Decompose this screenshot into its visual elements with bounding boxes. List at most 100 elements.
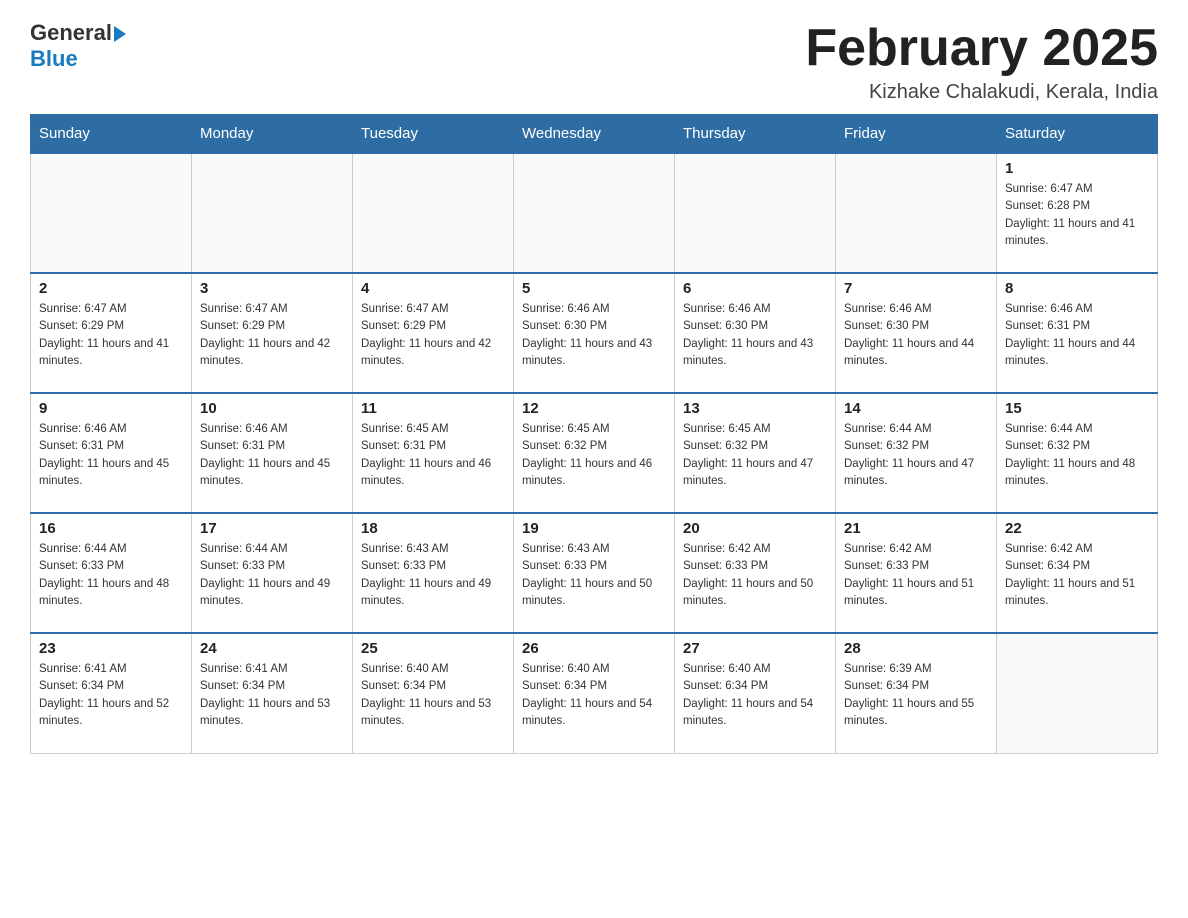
weekday-header-thursday: Thursday (675, 115, 836, 154)
calendar-cell: 10 Sunrise: 6:46 AMSunset: 6:31 PMDayligh… (192, 393, 353, 513)
day-number: 10 (200, 400, 344, 417)
day-number: 11 (361, 400, 505, 417)
calendar-cell: 28Sunrise: 6:39 AMSunset: 6:34 PMDayligh… (836, 633, 997, 753)
calendar-cell: 7 Sunrise: 6:46 AMSunset: 6:30 PMDaylight… (836, 273, 997, 393)
weekday-header-tuesday: Tuesday (353, 115, 514, 154)
day-number: 6 (683, 280, 827, 297)
calendar-week-row: 16 Sunrise: 6:44 AMSunset: 6:33 PMDayligh… (31, 513, 1158, 633)
title-block: February 2025 Kizhake Chalakudi, Kerala,… (805, 20, 1158, 104)
calendar-cell: 25 Sunrise: 6:40 AMSunset: 6:34 PMDayligh… (353, 633, 514, 753)
day-info: Sunrise: 6:47 AMSunset: 6:29 PMDaylight:… (200, 301, 344, 370)
day-info: Sunrise: 6:41 AMSunset: 6:34 PMDaylight:… (39, 661, 183, 730)
day-info: Sunrise: 6:47 AMSunset: 6:29 PMDaylight:… (39, 301, 183, 370)
day-number: 21 (844, 520, 988, 537)
day-info: Sunrise: 6:40 AMSunset: 6:34 PMDaylight:… (683, 661, 827, 730)
calendar-cell: 6Sunrise: 6:46 AMSunset: 6:30 PMDaylight… (675, 273, 836, 393)
calendar-week-row: 1 Sunrise: 6:47 AMSunset: 6:28 PMDaylight… (31, 153, 1158, 273)
day-info: Sunrise: 6:47 AMSunset: 6:29 PMDaylight:… (361, 301, 505, 370)
day-number: 9 (39, 400, 183, 417)
day-number: 8 (1005, 280, 1149, 297)
day-info: Sunrise: 6:47 AMSunset: 6:28 PMDaylight:… (1005, 181, 1149, 250)
month-title: February 2025 (805, 20, 1158, 77)
day-number: 13 (683, 400, 827, 417)
calendar-cell: 2 Sunrise: 6:47 AMSunset: 6:29 PMDaylight… (31, 273, 192, 393)
day-info: Sunrise: 6:46 AMSunset: 6:30 PMDaylight:… (844, 301, 988, 370)
day-info: Sunrise: 6:44 AMSunset: 6:33 PMDaylight:… (200, 541, 344, 610)
calendar-cell: 20 Sunrise: 6:42 AMSunset: 6:33 PMDayligh… (675, 513, 836, 633)
calendar-cell: 22 Sunrise: 6:42 AMSunset: 6:34 PMDayligh… (997, 513, 1158, 633)
day-number: 18 (361, 520, 505, 537)
page-header: General Blue February 2025 Kizhake Chala… (30, 20, 1158, 104)
calendar-cell: 14 Sunrise: 6:44 AMSunset: 6:32 PMDayligh… (836, 393, 997, 513)
logo-blue-text: Blue (30, 46, 78, 71)
day-number: 22 (1005, 520, 1149, 537)
calendar-cell: 24 Sunrise: 6:41 AMSunset: 6:34 PMDayligh… (192, 633, 353, 753)
calendar-cell: 9 Sunrise: 6:46 AMSunset: 6:31 PMDaylight… (31, 393, 192, 513)
day-number: 28 (844, 640, 988, 657)
day-info: Sunrise: 6:42 AMSunset: 6:33 PMDaylight:… (683, 541, 827, 610)
day-number: 4 (361, 280, 505, 297)
logo: General Blue (30, 20, 126, 72)
calendar-table: SundayMondayTuesdayWednesdayThursdayFrid… (30, 114, 1158, 754)
calendar-week-row: 2 Sunrise: 6:47 AMSunset: 6:29 PMDaylight… (31, 273, 1158, 393)
logo-arrow-icon (114, 26, 126, 42)
day-info: Sunrise: 6:44 AMSunset: 6:32 PMDaylight:… (1005, 421, 1149, 490)
day-number: 3 (200, 280, 344, 297)
location-text: Kizhake Chalakudi, Kerala, India (805, 81, 1158, 104)
calendar-cell: 12 Sunrise: 6:45 AMSunset: 6:32 PMDayligh… (514, 393, 675, 513)
day-info: Sunrise: 6:45 AMSunset: 6:31 PMDaylight:… (361, 421, 505, 490)
day-info: Sunrise: 6:45 AMSunset: 6:32 PMDaylight:… (522, 421, 666, 490)
calendar-cell: 27 Sunrise: 6:40 AMSunset: 6:34 PMDayligh… (675, 633, 836, 753)
day-info: Sunrise: 6:43 AMSunset: 6:33 PMDaylight:… (361, 541, 505, 610)
day-number: 2 (39, 280, 183, 297)
day-info: Sunrise: 6:40 AMSunset: 6:34 PMDaylight:… (361, 661, 505, 730)
day-number: 20 (683, 520, 827, 537)
day-info: Sunrise: 6:45 AMSunset: 6:32 PMDaylight:… (683, 421, 827, 490)
day-info: Sunrise: 6:44 AMSunset: 6:33 PMDaylight:… (39, 541, 183, 610)
calendar-cell: 4 Sunrise: 6:47 AMSunset: 6:29 PMDaylight… (353, 273, 514, 393)
weekday-header-wednesday: Wednesday (514, 115, 675, 154)
day-info: Sunrise: 6:41 AMSunset: 6:34 PMDaylight:… (200, 661, 344, 730)
calendar-cell: 23 Sunrise: 6:41 AMSunset: 6:34 PMDayligh… (31, 633, 192, 753)
day-number: 24 (200, 640, 344, 657)
weekday-header-row: SundayMondayTuesdayWednesdayThursdayFrid… (31, 115, 1158, 154)
calendar-cell: 13 Sunrise: 6:45 AMSunset: 6:32 PMDayligh… (675, 393, 836, 513)
weekday-header-friday: Friday (836, 115, 997, 154)
day-info: Sunrise: 6:44 AMSunset: 6:32 PMDaylight:… (844, 421, 988, 490)
logo-general-text: General (30, 20, 112, 46)
day-number: 16 (39, 520, 183, 537)
day-number: 27 (683, 640, 827, 657)
calendar-cell (836, 153, 997, 273)
calendar-cell: 3 Sunrise: 6:47 AMSunset: 6:29 PMDaylight… (192, 273, 353, 393)
calendar-cell (353, 153, 514, 273)
calendar-cell: 15 Sunrise: 6:44 AMSunset: 6:32 PMDayligh… (997, 393, 1158, 513)
calendar-cell: 17 Sunrise: 6:44 AMSunset: 6:33 PMDayligh… (192, 513, 353, 633)
calendar-cell: 19Sunrise: 6:43 AMSunset: 6:33 PMDayligh… (514, 513, 675, 633)
day-info: Sunrise: 6:42 AMSunset: 6:34 PMDaylight:… (1005, 541, 1149, 610)
day-number: 15 (1005, 400, 1149, 417)
day-number: 23 (39, 640, 183, 657)
day-number: 12 (522, 400, 666, 417)
day-number: 1 (1005, 160, 1149, 177)
calendar-cell: 1 Sunrise: 6:47 AMSunset: 6:28 PMDaylight… (997, 153, 1158, 273)
weekday-header-saturday: Saturday (997, 115, 1158, 154)
calendar-cell: 5Sunrise: 6:46 AMSunset: 6:30 PMDaylight… (514, 273, 675, 393)
day-info: Sunrise: 6:46 AMSunset: 6:31 PMDaylight:… (200, 421, 344, 490)
day-number: 19 (522, 520, 666, 537)
calendar-cell: 21 Sunrise: 6:42 AMSunset: 6:33 PMDayligh… (836, 513, 997, 633)
calendar-cell: 11 Sunrise: 6:45 AMSunset: 6:31 PMDayligh… (353, 393, 514, 513)
day-number: 17 (200, 520, 344, 537)
calendar-cell: 18 Sunrise: 6:43 AMSunset: 6:33 PMDayligh… (353, 513, 514, 633)
day-info: Sunrise: 6:46 AMSunset: 6:31 PMDaylight:… (39, 421, 183, 490)
calendar-cell: 26Sunrise: 6:40 AMSunset: 6:34 PMDayligh… (514, 633, 675, 753)
calendar-cell (675, 153, 836, 273)
day-info: Sunrise: 6:42 AMSunset: 6:33 PMDaylight:… (844, 541, 988, 610)
day-number: 7 (844, 280, 988, 297)
day-number: 14 (844, 400, 988, 417)
day-number: 26 (522, 640, 666, 657)
calendar-cell (31, 153, 192, 273)
weekday-header-monday: Monday (192, 115, 353, 154)
calendar-week-row: 23 Sunrise: 6:41 AMSunset: 6:34 PMDayligh… (31, 633, 1158, 753)
day-number: 5 (522, 280, 666, 297)
day-number: 25 (361, 640, 505, 657)
